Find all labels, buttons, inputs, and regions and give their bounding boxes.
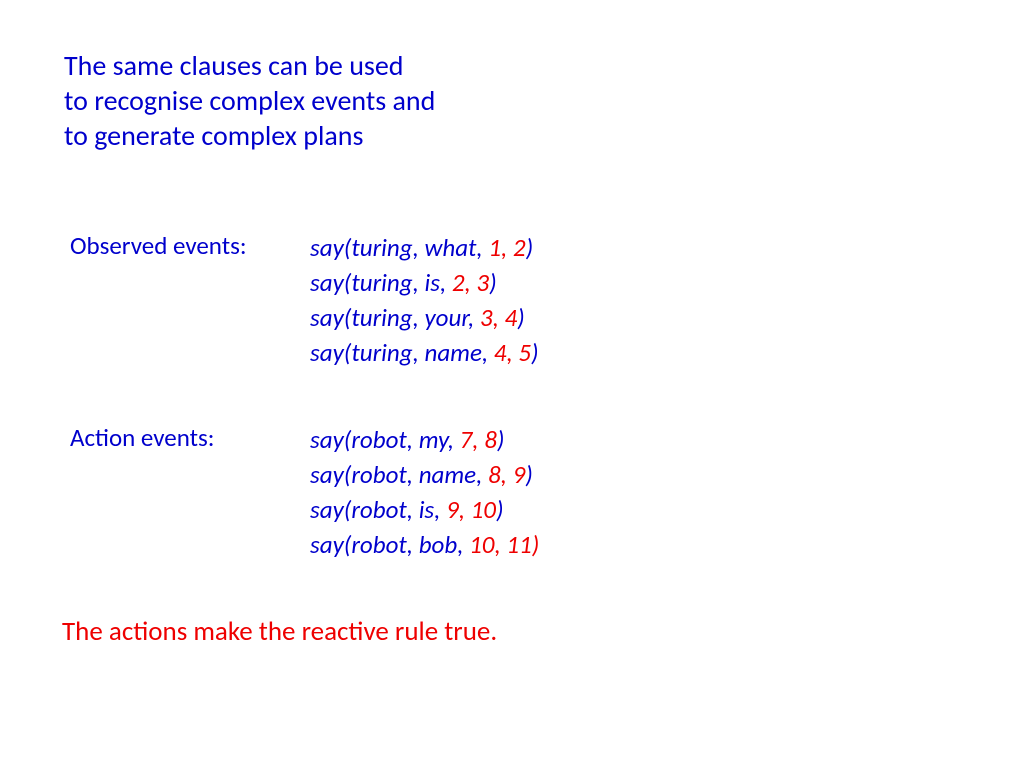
observed-events-label: Observed events:	[70, 230, 247, 261]
observed-event-1: say(turing, is, 2, 3)	[310, 265, 539, 300]
observed-events-list: say(turing, what, 1, 2) say(turing, is, …	[310, 230, 539, 370]
title-line-3: to generate complex plans	[64, 118, 435, 153]
action-event-0: say(robot, my, 7, 8)	[310, 422, 539, 457]
action-events-block: Action events: say(robot, my, 7, 8) say(…	[70, 422, 539, 562]
observed-events-block: Observed events: say(turing, what, 1, 2)…	[70, 230, 539, 370]
title-line-1: The same clauses can be used	[64, 48, 435, 83]
title-line-2: to recognise complex events and	[64, 83, 435, 118]
slide-title: The same clauses can be used to recognis…	[64, 48, 435, 153]
action-events-list: say(robot, my, 7, 8) say(robot, name, 8,…	[310, 422, 539, 562]
observed-event-0: say(turing, what, 1, 2)	[310, 230, 539, 265]
action-event-2: say(robot, is, 9, 10)	[310, 492, 539, 527]
action-events-label: Action events:	[70, 422, 214, 453]
action-event-1: say(robot, name, 8, 9)	[310, 457, 539, 492]
action-event-3: say(robot, bob, 10, 11)	[310, 527, 539, 562]
observed-event-2: say(turing, your, 3, 4)	[310, 300, 539, 335]
observed-event-3: say(turing, name, 4, 5)	[310, 335, 539, 370]
footer-statement: The actions make the reactive rule true.	[62, 615, 497, 648]
